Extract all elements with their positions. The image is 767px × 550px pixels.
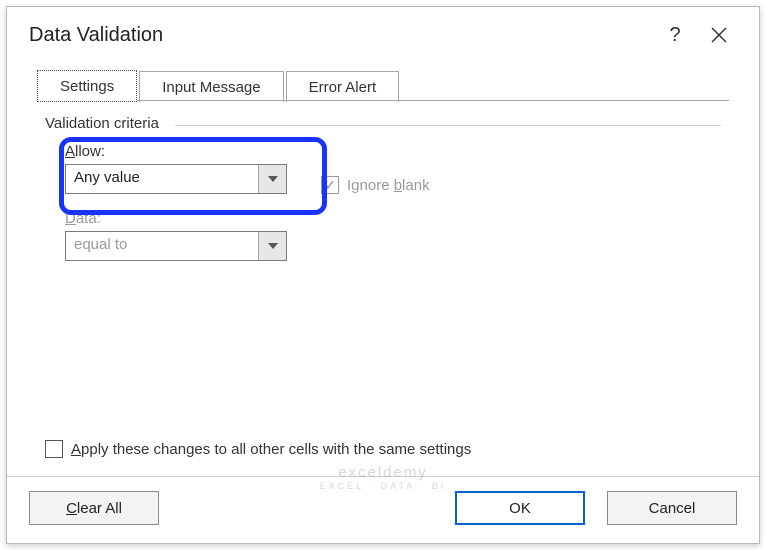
ignore-blank-checkbox [321, 176, 339, 194]
apply-label: Apply these changes to all other cells w… [71, 441, 471, 458]
close-button[interactable] [697, 19, 741, 51]
titlebar: Data Validation ? [7, 7, 759, 59]
clear-all-button[interactable]: Clear All [29, 491, 159, 525]
data-label: Data: [65, 210, 701, 227]
allow-dropdown[interactable]: Any value [65, 164, 287, 194]
data-validation-dialog: Data Validation ? Settings Input Message… [6, 6, 760, 544]
settings-panel: Validation criteria Allow: Any value [37, 101, 729, 438]
allow-value: Any value [66, 165, 258, 193]
tab-bar: Settings Input Message Error Alert [37, 69, 729, 101]
close-icon [711, 27, 727, 43]
criteria-legend: Validation criteria [45, 115, 165, 132]
data-dropdown: equal to [65, 231, 287, 261]
data-value: equal to [66, 232, 258, 260]
tab-error-alert[interactable]: Error Alert [286, 71, 400, 102]
tab-input-message[interactable]: Input Message [139, 71, 283, 102]
divider [175, 125, 721, 126]
chevron-down-icon [268, 243, 278, 249]
allow-label: Allow: [65, 143, 287, 160]
cancel-button[interactable]: Cancel [607, 491, 737, 525]
dialog-body: Settings Input Message Error Alert Valid… [7, 59, 759, 476]
data-dropdown-button [258, 232, 286, 260]
apply-row: Apply these changes to all other cells w… [37, 438, 729, 476]
apply-checkbox[interactable] [45, 440, 63, 458]
dialog-title: Data Validation [29, 24, 653, 47]
tab-settings[interactable]: Settings [37, 70, 137, 102]
ignore-blank-label: Ignore blank [347, 177, 430, 194]
chevron-down-icon [268, 176, 278, 182]
help-button[interactable]: ? [653, 19, 697, 51]
ignore-blank-row: Ignore blank [321, 176, 430, 194]
validation-criteria-group: Validation criteria Allow: Any value [45, 125, 721, 283]
allow-dropdown-button[interactable] [258, 165, 286, 193]
ok-button[interactable]: OK [455, 491, 585, 525]
button-bar: Clear All OK Cancel [7, 476, 759, 543]
